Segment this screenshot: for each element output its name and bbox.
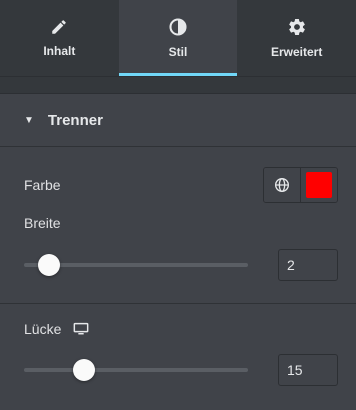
globe-icon [275,178,289,192]
divider-controls: Farbe Breite 2 [0,147,356,281]
tab-style-label: Stil [168,45,188,59]
color-picker-group [263,167,338,203]
caret-down-icon: ▼ [24,114,34,126]
gear-icon [288,18,305,36]
color-swatch [306,172,332,198]
width-control: 2 [24,249,338,281]
gap-slider-track [24,368,248,372]
width-slider-thumb[interactable] [37,254,60,276]
gap-slider-thumb[interactable] [73,359,96,381]
section-header-divider[interactable]: ▼ Trenner [0,94,356,147]
color-swatch-button[interactable] [301,168,337,202]
color-control: Farbe [24,147,338,223]
tab-content-label: Inhalt [43,44,76,58]
tab-advanced-label: Erweitert [271,45,323,59]
contrast-icon [169,18,187,36]
color-label: Farbe [24,177,61,193]
gap-control: 15 [24,354,338,386]
gap-label-row: Lücke [24,304,338,354]
tab-advanced[interactable]: Erweitert [237,0,356,76]
global-colors-button[interactable] [264,168,301,202]
section-title: Trenner [47,111,103,129]
gap-input[interactable]: 15 [278,354,338,386]
desktop-icon[interactable] [73,322,89,336]
gap-label: Lücke [24,321,62,337]
panel-tabs: Inhalt Stil Erweitert [0,0,356,77]
width-input[interactable]: 2 [278,249,338,281]
tab-content[interactable]: Inhalt [0,0,119,76]
gap-controls: Lücke 15 [0,304,356,386]
width-slider[interactable] [24,254,248,276]
section-spacer [0,77,356,94]
tab-style[interactable]: Stil [118,0,238,76]
gap-slider[interactable] [24,359,248,381]
width-label: Breite [24,215,61,231]
pencil-icon [52,20,67,34]
